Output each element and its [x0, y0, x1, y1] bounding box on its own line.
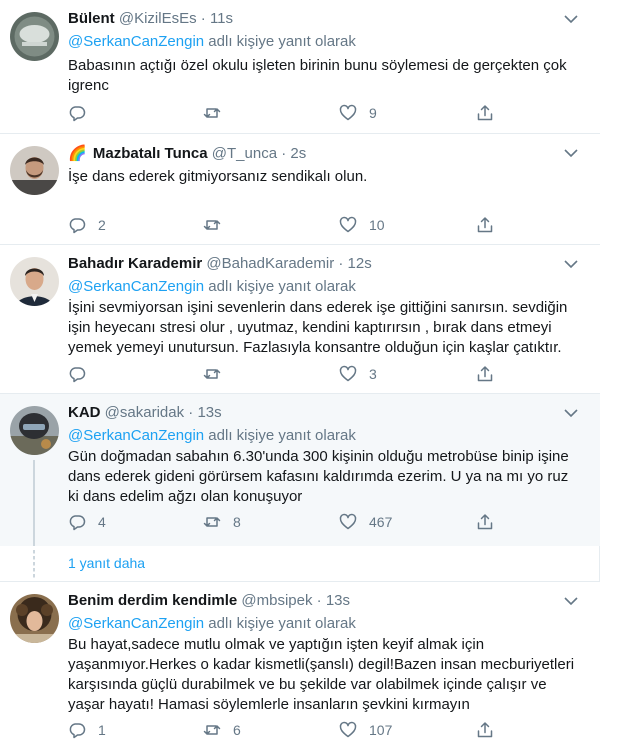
- retweet-icon: [203, 108, 221, 118]
- thread-line: [33, 460, 35, 546]
- rainbow-icon: 🌈: [68, 145, 87, 162]
- tweet-header: Bülent @KizilEsEs · 11s: [68, 10, 234, 27]
- chevron-down-icon[interactable]: [564, 149, 578, 158]
- heart-icon: [339, 513, 357, 530]
- mention-link[interactable]: @SerkanCanZengin: [68, 33, 204, 50]
- display-name[interactable]: KAD: [68, 404, 101, 421]
- share-icon: [477, 366, 493, 382]
- retweet-button[interactable]: [203, 215, 233, 235]
- like-button[interactable]: 10: [339, 215, 385, 235]
- display-name[interactable]: Bülent: [68, 10, 115, 27]
- share-icon: [477, 105, 493, 121]
- mention-link[interactable]: @SerkanCanZengin: [68, 427, 204, 444]
- share-button[interactable]: [476, 103, 494, 123]
- retweet-icon: [203, 517, 221, 527]
- reply-feed: Bülent @KizilEsEs · 11s @SerkanCanZengin…: [0, 0, 600, 739]
- retweet-icon: [203, 725, 221, 735]
- heart-icon: [339, 104, 357, 121]
- user-handle[interactable]: @BahadKarademir: [206, 255, 334, 272]
- tweet-actions: 3: [68, 364, 548, 384]
- avatar[interactable]: [10, 257, 59, 306]
- tweet-actions: 2 10: [68, 215, 548, 235]
- thread-dots: [33, 550, 35, 578]
- chevron-down-icon[interactable]: [564, 15, 578, 24]
- heart-icon: [339, 216, 357, 233]
- chevron-down-icon[interactable]: [564, 260, 578, 269]
- reply-button[interactable]: [68, 103, 98, 123]
- display-name[interactable]: Bahadır Karademir: [68, 255, 202, 272]
- avatar[interactable]: [10, 12, 59, 61]
- reply-context: @SerkanCanZengin adlı kişiye yanıt olara…: [68, 278, 356, 295]
- user-handle[interactable]: @T_unca: [212, 145, 277, 162]
- timestamp[interactable]: 12s: [348, 255, 372, 272]
- user-handle[interactable]: @sakaridak: [105, 404, 184, 421]
- reply-icon: [69, 515, 86, 531]
- reply-icon: [69, 106, 86, 122]
- mention-link[interactable]: @SerkanCanZengin: [68, 615, 204, 632]
- reply-context: @SerkanCanZengin adlı kişiye yanıt olara…: [68, 615, 356, 632]
- like-button[interactable]: 9: [339, 103, 377, 123]
- timestamp[interactable]: 13s: [197, 404, 221, 421]
- share-icon: [477, 217, 493, 233]
- tweet-actions: 1 6 107: [68, 720, 548, 739]
- retweet-icon: [203, 369, 221, 379]
- tweet-header: KAD @sakaridak · 13s: [68, 404, 222, 421]
- share-icon: [477, 514, 493, 530]
- timestamp[interactable]: 2s: [290, 145, 306, 162]
- tweet-text: Bu hayat,sadece mutlu olmak ve yaptığın …: [68, 636, 575, 713]
- avatar[interactable]: [10, 594, 59, 643]
- like-button[interactable]: 3: [339, 364, 377, 384]
- share-button[interactable]: [476, 364, 494, 384]
- show-more-replies-link[interactable]: 1 yanıt daha: [68, 555, 145, 571]
- heart-icon: [339, 365, 357, 382]
- tweet[interactable]: Bülent @KizilEsEs · 11s @SerkanCanZengin…: [0, 0, 600, 134]
- tweet-actions: 4 8 467: [68, 512, 548, 532]
- display-name[interactable]: Mazbatalı Tunca: [93, 145, 208, 162]
- reply-button[interactable]: 1: [68, 720, 106, 739]
- tweet-header: 🌈 Mazbatalı Tunca @T_unca · 2s: [68, 145, 307, 162]
- share-button[interactable]: [476, 720, 494, 739]
- avatar[interactable]: [10, 406, 59, 455]
- like-button[interactable]: 107: [339, 720, 392, 739]
- reply-button[interactable]: 4: [68, 512, 106, 532]
- tweet[interactable]: KAD @sakaridak · 13s @SerkanCanZengin ad…: [0, 394, 600, 546]
- heart-icon: [339, 721, 357, 738]
- tweet[interactable]: 🌈 Mazbatalı Tunca @T_unca · 2s @SerkanCa…: [0, 134, 600, 245]
- retweet-button[interactable]: [203, 364, 233, 384]
- reply-button[interactable]: [68, 364, 98, 384]
- share-button[interactable]: [476, 512, 494, 532]
- retweet-button[interactable]: [203, 103, 233, 123]
- reply-context: @SerkanCanZengin adlı kişiye yanıt olara…: [68, 33, 356, 50]
- reply-context: @SerkanCanZengin adlı kişiye yanıt olara…: [68, 427, 356, 444]
- display-name[interactable]: Benim derdim kendimle: [68, 592, 237, 609]
- retweet-button[interactable]: 6: [203, 720, 241, 739]
- tweet[interactable]: Benim derdim kendimle @mbsipek · 13s @Se…: [0, 582, 600, 739]
- reply-icon: [69, 723, 86, 739]
- avatar[interactable]: [10, 146, 59, 195]
- reply-button[interactable]: 2: [68, 215, 106, 235]
- retweet-button[interactable]: 8: [203, 512, 241, 532]
- share-button[interactable]: [476, 215, 494, 235]
- user-handle[interactable]: @mbsipek: [241, 592, 312, 609]
- tweet-header: Benim derdim kendimle @mbsipek · 13s: [68, 592, 351, 609]
- like-button[interactable]: 467: [339, 512, 392, 532]
- reply-icon: [69, 367, 86, 383]
- mention-link[interactable]: @SerkanCanZengin: [68, 278, 204, 295]
- reply-icon: [69, 218, 86, 234]
- tweet-text: Babasının açtığı özel okulu işleten biri…: [68, 57, 567, 94]
- chevron-down-icon[interactable]: [564, 409, 578, 418]
- timestamp[interactable]: 13s: [326, 592, 350, 609]
- tweet[interactable]: Bahadır Karademir @BahadKarademir · 12s …: [0, 245, 600, 394]
- user-handle[interactable]: @KizilEsEs: [119, 10, 197, 27]
- more-replies-row[interactable]: 1 yanıt daha: [0, 546, 600, 582]
- chevron-down-icon[interactable]: [564, 597, 578, 606]
- tweet-text: Gün doğmadan sabahın 6.30'unda 300 kişin…: [68, 448, 569, 505]
- tweet-text: İşini sevmiyorsan işini sevenlerin dans …: [68, 299, 568, 356]
- tweet-actions: 9: [68, 103, 548, 123]
- timestamp[interactable]: 11s: [210, 10, 233, 27]
- tweet-text: İşe dans ederek gitmiyorsanız sendikalı …: [68, 168, 368, 185]
- retweet-icon: [203, 220, 221, 230]
- tweet-header: Bahadır Karademir @BahadKarademir · 12s: [68, 255, 372, 272]
- share-icon: [477, 722, 493, 738]
